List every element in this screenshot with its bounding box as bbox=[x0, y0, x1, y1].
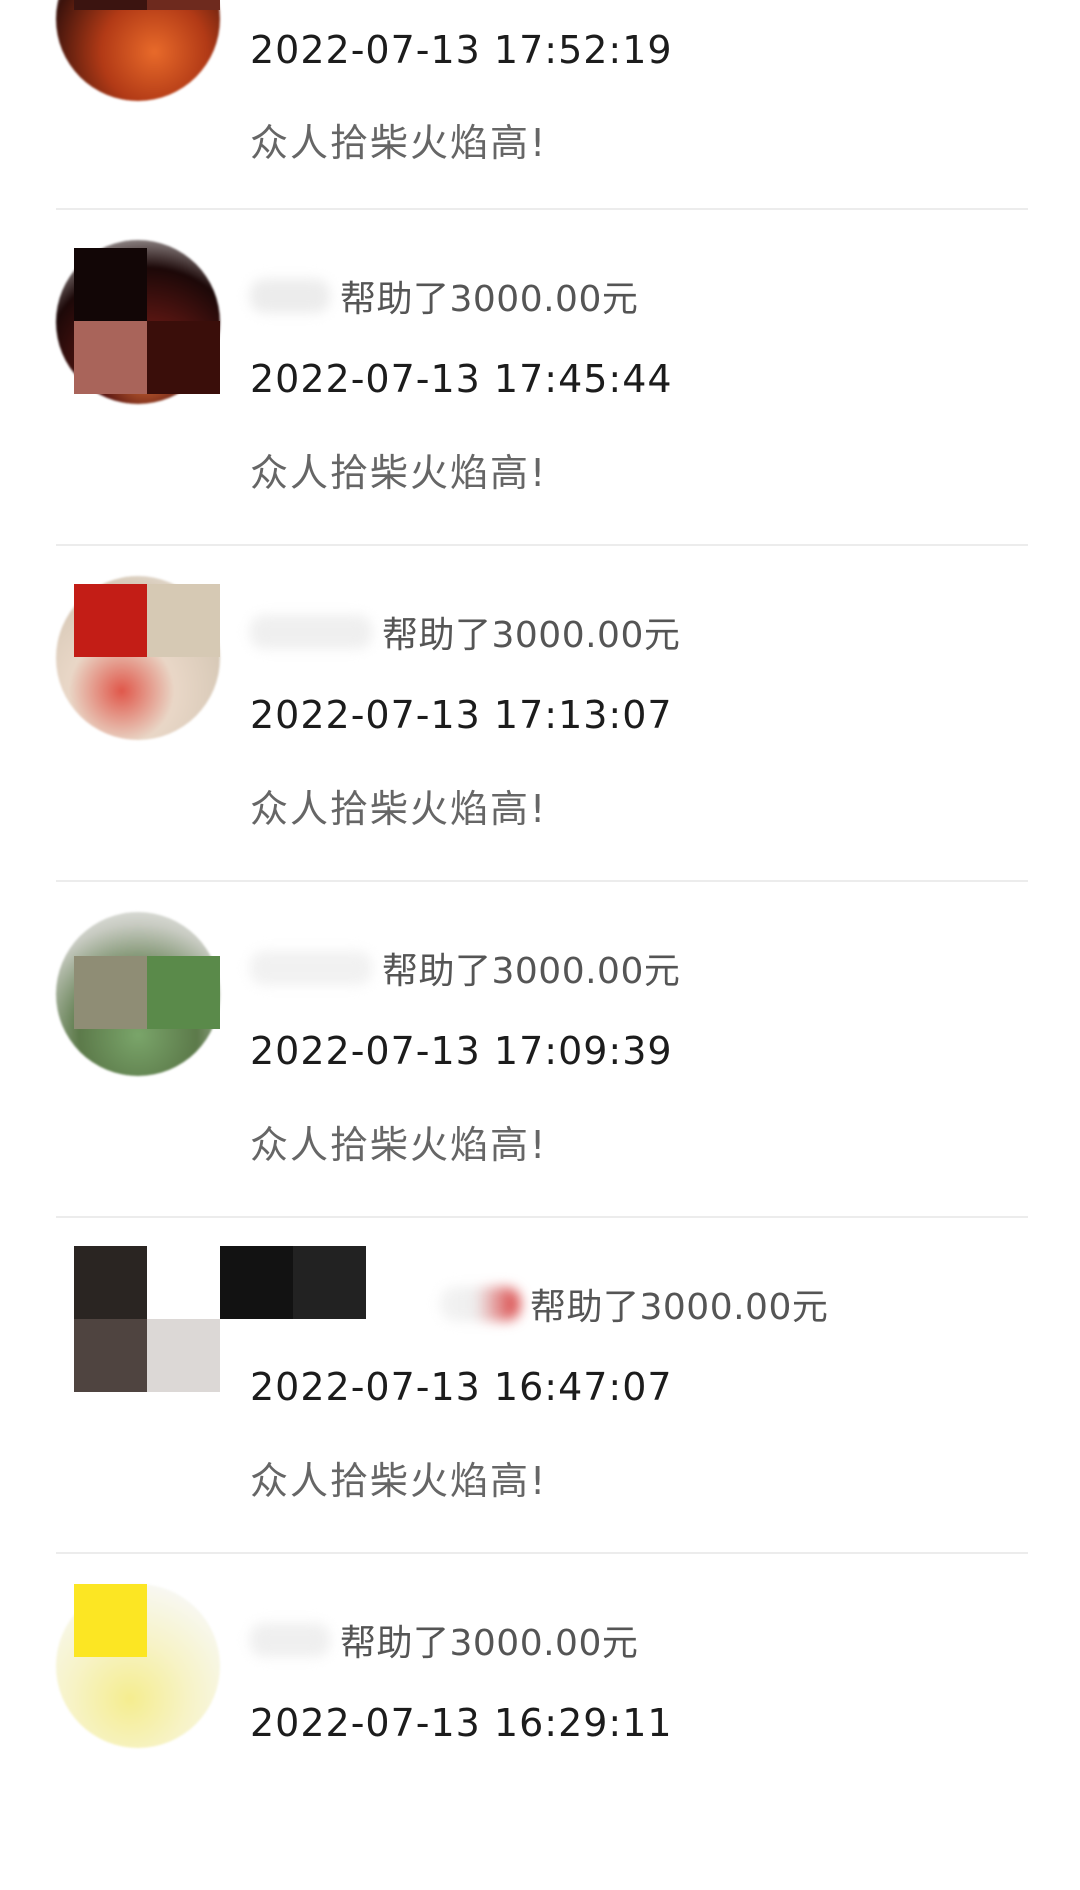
avatar bbox=[56, 240, 220, 404]
blurred-donor-name bbox=[250, 1623, 330, 1657]
donation-entry: 帮助了3000.00元 2022-07-13 16:29:11 bbox=[0, 1554, 1080, 1890]
donation-amount: 帮助了3000.00元 bbox=[382, 951, 681, 992]
donor-row: 帮助了3000.00元 bbox=[250, 940, 680, 996]
donation-time: 2022-07-13 17:45:44 bbox=[250, 357, 673, 401]
donation-message: 众人拾柴火焰高! bbox=[250, 121, 548, 165]
donor-row: 帮助了3000.00元 bbox=[440, 1276, 828, 1332]
donation-time: 2022-07-13 16:29:11 bbox=[250, 1701, 673, 1745]
blurred-donor-name bbox=[250, 615, 372, 649]
donation-time: 2022-07-13 17:52:19 bbox=[250, 28, 673, 72]
donation-entry: 帮助了3000.00元 2022-07-13 17:13:07 众人拾柴火焰高! bbox=[0, 546, 1080, 882]
donor-row: 帮助了3000.00元 bbox=[250, 268, 638, 324]
avatar bbox=[56, 1584, 220, 1748]
donation-entry: 帮助了3000.00元 2022-07-13 17:45:44 众人拾柴火焰高! bbox=[0, 210, 1080, 546]
donation-message: 众人拾柴火焰高! bbox=[250, 1123, 548, 1167]
avatar bbox=[56, 0, 220, 101]
donation-time: 2022-07-13 16:47:07 bbox=[250, 1365, 673, 1409]
avatar bbox=[56, 576, 220, 740]
donation-message: 众人拾柴火焰高! bbox=[250, 787, 548, 831]
donation-message: 众人拾柴火焰高! bbox=[250, 1459, 548, 1503]
donor-row: 帮助了3000.00元 bbox=[250, 1612, 638, 1668]
donation-amount: 帮助了3000.00元 bbox=[340, 279, 639, 320]
blurred-donor-name bbox=[440, 1287, 520, 1321]
donation-entry: 帮助了3000.00元 2022-07-13 17:09:39 众人拾柴火焰高! bbox=[0, 882, 1080, 1218]
donation-entry: 2022-07-13 17:52:19 众人拾柴火焰高! bbox=[0, 0, 1080, 165]
blurred-donor-name bbox=[250, 279, 330, 313]
donation-feed: 2022-07-13 17:52:19 众人拾柴火焰高! 帮助了3000.00元… bbox=[0, 0, 1080, 1787]
avatar bbox=[56, 912, 220, 1076]
donation-time: 2022-07-13 17:13:07 bbox=[250, 693, 673, 737]
donation-time: 2022-07-13 17:09:39 bbox=[250, 1029, 673, 1073]
donation-message: 众人拾柴火焰高! bbox=[250, 451, 548, 495]
donation-entry: 帮助了3000.00元 2022-07-13 16:47:07 众人拾柴火焰高! bbox=[0, 1218, 1080, 1554]
donor-row: 帮助了3000.00元 bbox=[250, 604, 680, 660]
donation-amount: 帮助了3000.00元 bbox=[340, 1623, 639, 1664]
donation-amount: 帮助了3000.00元 bbox=[382, 615, 681, 656]
donation-amount: 帮助了3000.00元 bbox=[530, 1287, 829, 1328]
blurred-donor-name bbox=[250, 951, 372, 985]
